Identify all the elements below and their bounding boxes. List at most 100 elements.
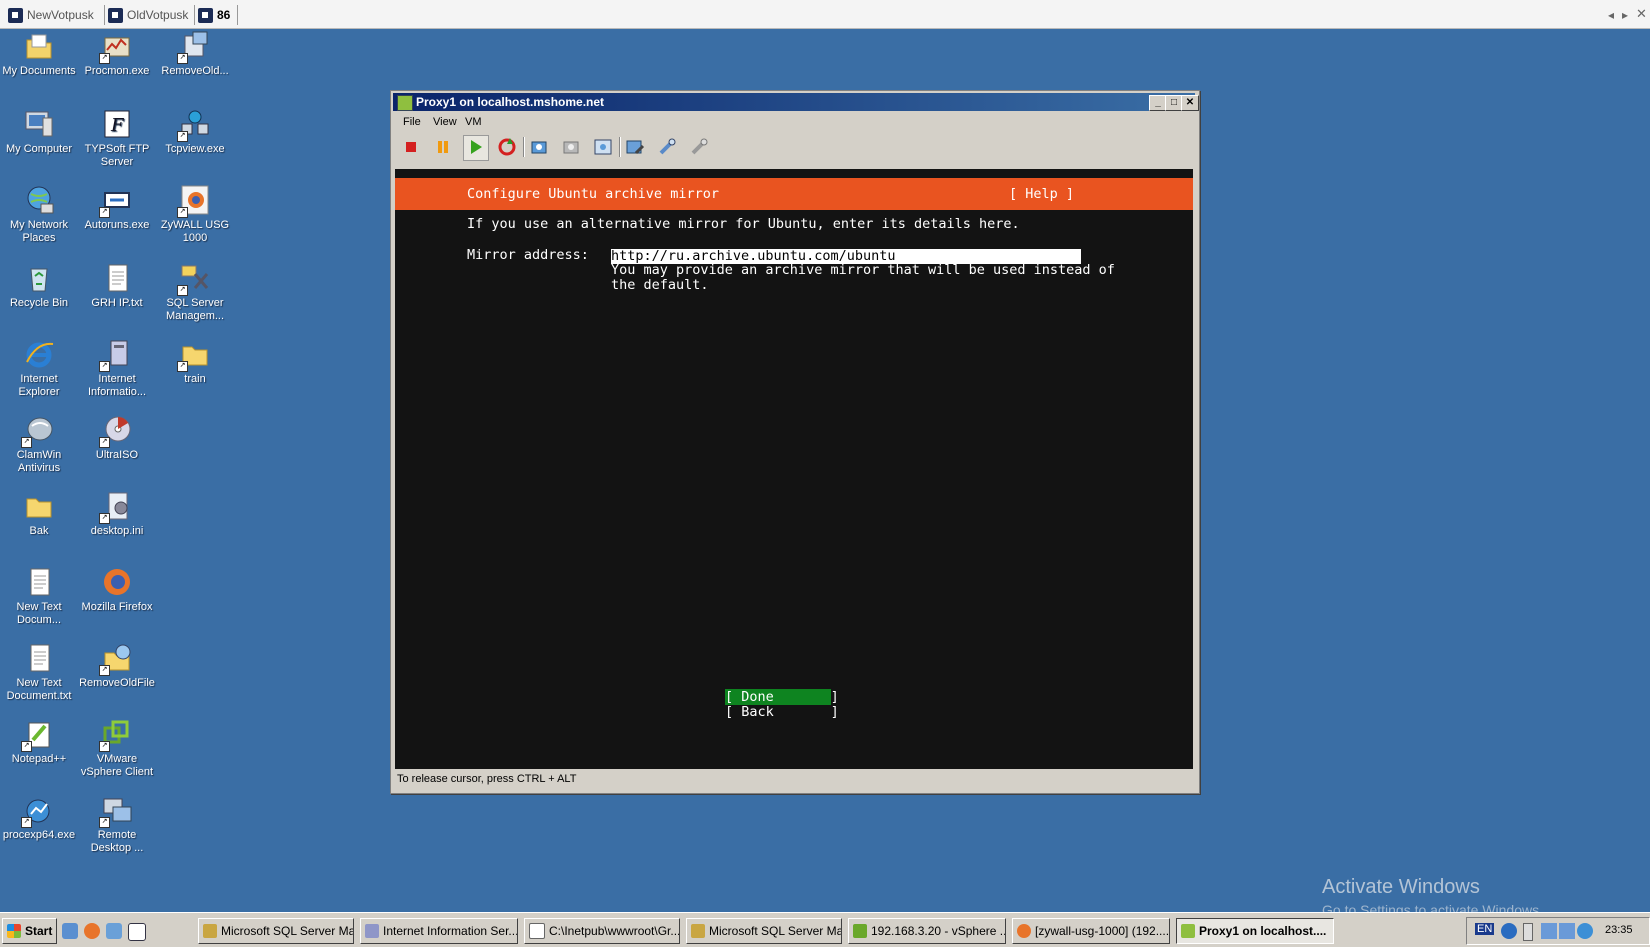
desktop-icon-grh-ip[interactable]: GRH IP.txt — [78, 262, 156, 310]
edit-settings-button[interactable] — [623, 135, 647, 159]
rdp-tab-label: 86 — [217, 8, 231, 22]
revert-snapshot-button[interactable] — [559, 135, 583, 159]
text-file-icon — [23, 642, 55, 674]
snapshot-manager-button[interactable] — [591, 135, 615, 159]
desktop-icon-remove-old[interactable]: ↗ RemoveOld... — [156, 30, 234, 78]
desktop-icon-label: Tcpview.exe — [165, 143, 225, 155]
desktop-icon-procexp[interactable]: ↗ procexp64.exe — [0, 794, 78, 842]
removable-device-icon[interactable] — [1523, 923, 1533, 941]
connect-device-button[interactable] — [655, 135, 679, 159]
back-button[interactable]: [ Back ] — [725, 704, 839, 720]
desktop-icon-clamwin[interactable]: ↗ ClamWin Antivirus — [0, 414, 78, 475]
disconnect-device-button[interactable] — [687, 135, 711, 159]
network-icon — [23, 184, 55, 216]
desktop-icon-recycle-bin[interactable]: Recycle Bin — [0, 262, 78, 310]
installer-intro-text: If you use an alternative mirror for Ubu… — [467, 216, 1020, 232]
clock[interactable]: 23:35 — [1605, 924, 1633, 936]
text-file-icon — [23, 566, 55, 598]
mirror-hint-line-1: You may provide an archive mirror that w… — [611, 262, 1115, 278]
desktop-icon-label: VMware vSphere Client — [80, 753, 154, 778]
close-icon[interactable]: ✕ — [1636, 6, 1647, 22]
desktop-icon-my-documents[interactable]: My Documents — [0, 30, 78, 78]
explorer-icon[interactable] — [106, 923, 122, 939]
taskbar-item-iis[interactable]: Internet Information Ser... — [360, 918, 518, 944]
show-desktop-icon[interactable] — [62, 923, 78, 939]
menu-vm[interactable]: VM — [465, 116, 482, 128]
desktop-icon-procmon[interactable]: ↗ Procmon.exe — [78, 30, 156, 78]
window-title: Proxy1 on localhost.mshome.net — [416, 95, 605, 109]
power-on-button[interactable] — [463, 135, 489, 161]
rdp-tab-oldvotpusk[interactable]: OldVotpusk — [108, 6, 188, 24]
desktop-icon-notepad-plus[interactable]: ↗ Notepad++ — [0, 718, 78, 766]
desktop-icon-my-computer[interactable]: My Computer — [0, 108, 78, 156]
ftp-server-icon[interactable] — [128, 923, 146, 941]
desktop-icon-remote-desktop[interactable]: ↗ Remote Desktop ... — [78, 794, 156, 855]
vmware-icon — [397, 95, 413, 111]
taskbar-item-sql-server-1[interactable]: Microsoft SQL Server Ma... — [198, 918, 354, 944]
desktop-icon-new-text-docum[interactable]: New Text Docum... — [0, 566, 78, 627]
desktop-icon-sql-server[interactable]: ↗ SQL Server Managem... — [156, 262, 234, 323]
desktop-icon-iis[interactable]: ↗ Internet Informatio... — [78, 338, 156, 399]
help-button[interactable]: [ Help ] — [1009, 186, 1074, 202]
desktop-icon-desktop-ini[interactable]: ↗ desktop.ini — [78, 490, 156, 538]
desktop-icon-zywall[interactable]: ↗ ZyWALL USG 1000 — [156, 184, 234, 245]
vm-console-screen[interactable]: Configure Ubuntu archive mirror [ Help ]… — [395, 169, 1193, 769]
taskbar-item-proxy1[interactable]: Proxy1 on localhost.... — [1176, 918, 1334, 944]
taskbar-item-inetpub[interactable]: C:\Inetpub\wwwroot\Gr... — [524, 918, 680, 944]
language-indicator[interactable]: EN — [1475, 923, 1495, 935]
network-icon[interactable] — [1541, 923, 1557, 939]
remote-desktop-tab-bar: NewVotpusk OldVotpusk 86 ◂ ▸ ✕ — [0, 0, 1650, 29]
status-text: To release cursor, press CTRL + ALT — [397, 773, 577, 785]
taskbar-item-label: Microsoft SQL Server Ma... — [221, 924, 354, 938]
close-button[interactable]: ✕ — [1181, 95, 1199, 111]
desktop-icon-vsphere[interactable]: ↗ VMware vSphere Client — [78, 718, 156, 779]
desktop-icon-tcpview[interactable]: ↗ Tcpview.exe — [156, 108, 234, 156]
desktop-icon-label: ClamWin Antivirus — [16, 449, 62, 474]
desktop-icon-label: My Documents — [2, 65, 76, 77]
desktop-icon-new-text-document[interactable]: New Text Document.txt — [0, 642, 78, 703]
desktop-icon-internet-explorer[interactable]: Internet Explorer — [0, 338, 78, 399]
window-title-bar[interactable]: Proxy1 on localhost.mshome.net _ □ ✕ — [393, 93, 1199, 111]
rdp-tab-86[interactable]: 86 — [198, 6, 230, 24]
done-button[interactable]: [ Done ] — [725, 689, 839, 705]
menu-file[interactable]: File — [403, 116, 421, 128]
desktop-icon-train[interactable]: ↗ train — [156, 338, 234, 386]
vmware-icon — [1181, 924, 1195, 938]
suspend-button[interactable] — [431, 135, 455, 159]
toolbar-divider — [619, 137, 621, 157]
vsphere-icon: ↗ — [99, 718, 133, 752]
scroll-right-icon[interactable]: ▸ — [1622, 8, 1628, 22]
desktop-icon-bak[interactable]: Bak — [0, 490, 78, 538]
desktop-icon-typsoft-ftp[interactable]: F TYPSoft FTP Server — [78, 108, 156, 169]
taskbar-item-vsphere[interactable]: 192.168.3.20 - vSphere ... — [848, 918, 1006, 944]
mirror-hint-line-2: the default. — [611, 277, 709, 293]
ultraiso-icon: ↗ — [99, 414, 133, 448]
start-button[interactable]: Start — [2, 918, 57, 944]
menu-view[interactable]: View — [433, 116, 457, 128]
tab-divider — [104, 5, 105, 25]
desktop-icon-label: Recycle Bin — [9, 297, 69, 309]
taskbar-item-zywall[interactable]: [zywall-usg-1000] (192.... — [1012, 918, 1170, 944]
scroll-left-icon[interactable]: ◂ — [1608, 8, 1614, 22]
desktop-icon-my-network[interactable]: My Network Places — [0, 184, 78, 245]
taskbar-item-label: Proxy1 on localhost.... — [1199, 924, 1327, 938]
desktop-icon-label: desktop.ini — [90, 525, 144, 537]
taskbar-item-label: 192.168.3.20 - vSphere ... — [871, 924, 1006, 938]
iis-icon — [365, 924, 379, 938]
taskbar-item-label: Internet Information Ser... — [383, 924, 518, 938]
network-icon[interactable] — [1559, 923, 1575, 939]
power-off-button[interactable] — [399, 135, 423, 159]
desktop-icon-autoruns[interactable]: ↗ Autoruns.exe — [78, 184, 156, 232]
snapshot-button[interactable] — [527, 135, 551, 159]
help-icon[interactable] — [1501, 923, 1517, 939]
desktop-icon-label: Autoruns.exe — [84, 219, 150, 231]
rdp-tab-newvotpusk[interactable]: NewVotpusk — [8, 6, 94, 24]
desktop-icon-mozilla-firefox[interactable]: Mozilla Firefox — [78, 566, 156, 614]
windows-logo-icon — [7, 924, 21, 938]
status-icon[interactable] — [1577, 923, 1593, 939]
desktop-icon-ultraiso[interactable]: ↗ UltraISO — [78, 414, 156, 462]
reset-button[interactable] — [495, 135, 519, 159]
firefox-icon[interactable] — [84, 923, 100, 939]
desktop-icon-removeoldfile[interactable]: ↗ RemoveOldFile — [78, 642, 156, 690]
taskbar-item-sql-server-2[interactable]: Microsoft SQL Server Ma... — [686, 918, 842, 944]
